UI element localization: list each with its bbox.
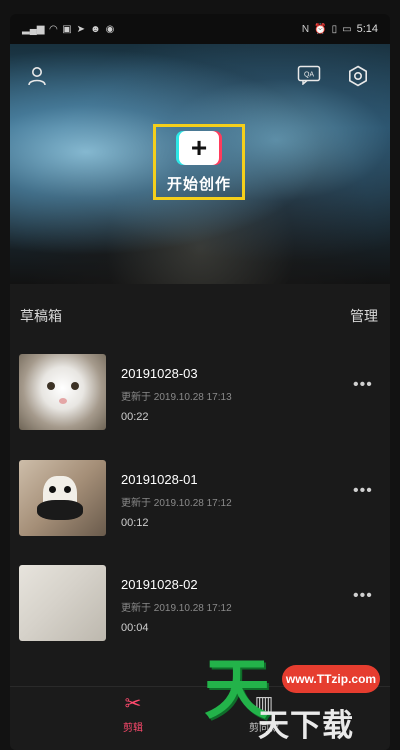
draft-item[interactable]: 20191028-02 更新于 2019.10.28 17:12 00:04 •… [10,565,390,641]
drafts-title: 草稿箱 [20,308,62,324]
vibrate-icon: ▯ [331,23,338,35]
status-time: 5:14 [356,23,378,35]
more-options-button[interactable]: ••• [353,482,373,500]
draft-duration: 00:12 [121,517,149,529]
draft-duration: 00:04 [121,622,149,634]
watermark-site-badge: www.TTzip.com [282,665,380,693]
signal-icon: ▂▄▆ [22,23,45,35]
draft-title: 20191028-03 [121,366,198,381]
draft-duration: 00:22 [121,411,149,423]
watermark-name: 天下载 [258,708,354,743]
draft-thumbnail [19,460,106,536]
draft-item[interactable]: 20191028-01 更新于 2019.10.28 17:12 00:12 •… [10,460,390,536]
draft-updated-time: 更新于 2019.10.28 17:13 [121,392,232,403]
drafts-header: 草稿箱 管理 [10,304,390,328]
notification-icon: ▣ [62,23,72,35]
app-screen: ▂▄▆ ◜◝ ▣ ➤ ☻ ◉ N ⏰ ▯ ▭ 5:14 QA + 开始创作 草稿… [10,14,390,750]
status-bar: ▂▄▆ ◜◝ ▣ ➤ ☻ ◉ N ⏰ ▯ ▭ 5:14 [10,14,390,44]
start-creating-button[interactable]: + 开始创作 [153,124,245,200]
tab-edit[interactable]: ✂ 剪辑 [93,693,173,743]
status-right-icons: N ⏰ ▯ ▭ 5:14 [302,23,378,35]
draft-title: 20191028-02 [121,577,198,592]
scissors-icon: ✂ [124,693,142,715]
hero-banner: QA + 开始创作 [10,44,390,284]
nfc-icon: N [301,23,310,35]
draft-updated-time: 更新于 2019.10.28 17:12 [121,603,232,614]
draft-thumbnail [19,565,106,641]
alarm-icon: ⏰ [314,23,327,35]
manage-button[interactable]: 管理 [350,306,378,326]
tab-edit-label: 剪辑 [123,723,143,734]
telegram-icon: ➤ [76,23,86,35]
plus-icon: + [179,131,219,165]
draft-item[interactable]: 20191028-03 更新于 2019.10.28 17:13 00:22 •… [10,354,390,430]
chat-icon: ◉ [105,23,115,35]
settings-icon[interactable] [346,64,370,88]
draft-updated-time: 更新于 2019.10.28 17:12 [121,498,232,509]
draft-thumbnail [19,354,106,430]
qa-icon[interactable]: QA [296,64,322,86]
qq-icon: ☻ [90,23,101,35]
status-left-icons: ▂▄▆ ◜◝ ▣ ➤ ☻ ◉ [22,24,114,35]
more-options-button[interactable]: ••• [353,587,373,605]
draft-title: 20191028-01 [121,472,198,487]
battery-icon: ▭ [342,23,352,35]
profile-icon[interactable] [25,64,49,88]
start-creating-label: 开始创作 [166,176,231,193]
more-options-button[interactable]: ••• [353,376,373,394]
svg-text:QA: QA [304,72,314,79]
wifi-icon: ◜◝ [49,23,58,35]
